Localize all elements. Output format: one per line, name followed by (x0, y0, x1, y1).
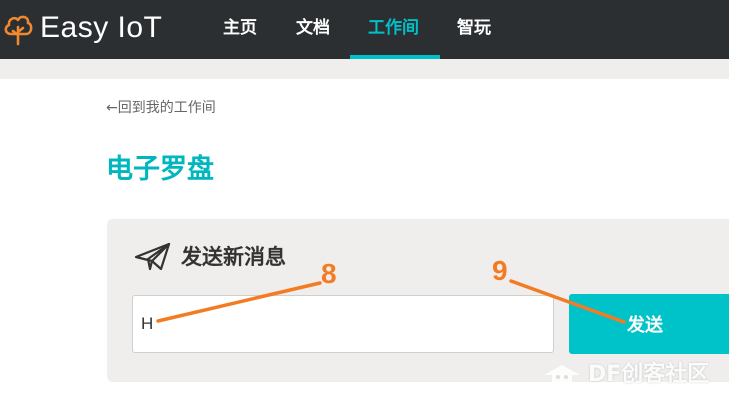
robot-icon (544, 365, 580, 383)
annotation-label-9: 9 (492, 255, 508, 286)
watermark-text: DF创客社区 (588, 362, 710, 387)
annotation-arrow-9 (509, 279, 626, 324)
annotation-arrows (156, 279, 626, 324)
watermark: DF创客社区 (540, 356, 709, 388)
annotation-label-8: 8 (321, 258, 337, 289)
annotation-arrow-8 (156, 281, 322, 323)
